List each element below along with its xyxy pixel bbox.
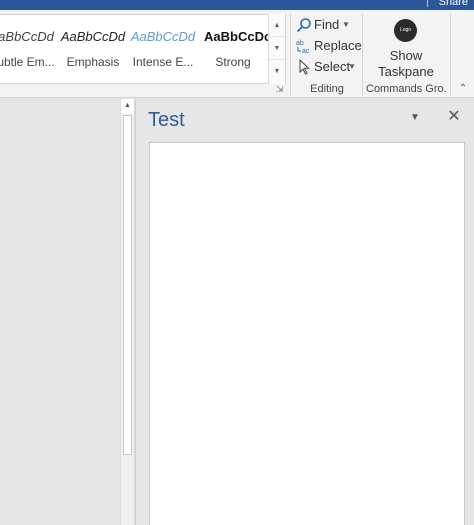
vertical-scrollbar[interactable]: ▲ — [120, 99, 135, 525]
share-button[interactable]: Share — [439, 0, 468, 8]
style-emphasis[interactable]: AaBbCcDd Emphasis — [58, 15, 128, 83]
document-area — [0, 99, 120, 525]
task-pane-content — [149, 142, 465, 525]
style-sample: AaBbCcDc — [204, 29, 268, 44]
chevron-down-icon: ▼ — [342, 20, 350, 29]
cursor-arrow-icon — [299, 59, 310, 75]
style-intense-emphasis[interactable]: AaBbCcDd Intense E... — [128, 15, 198, 83]
show-taskpane-button[interactable]: Show Taskpane — [366, 48, 446, 80]
editing-group-label: Editing — [310, 83, 344, 95]
scrollbar-thumb[interactable] — [123, 115, 132, 455]
task-pane-options-chevron-down-icon[interactable]: ▼ — [408, 111, 422, 125]
group-divider — [362, 14, 363, 96]
show-taskpane-label-line1: Show — [389, 48, 423, 63]
show-taskpane-label-line2: Taskpane — [378, 64, 434, 79]
styles-gallery: aBbCcDd ubtle Em... AaBbCcDd Emphasis Aa… — [0, 14, 286, 84]
style-strong[interactable]: AaBbCcDc Strong — [198, 15, 268, 83]
style-name: Emphasis — [66, 55, 120, 69]
replace-button[interactable]: ab ac Replace — [296, 36, 362, 56]
scroll-up-arrow-icon[interactable]: ▲ — [121, 99, 134, 113]
svg-text:ab: ab — [296, 40, 304, 47]
magnifier-icon — [296, 18, 311, 33]
commands-group-label: Commands Gro... — [366, 83, 446, 95]
chevron-down-icon: ▼ — [348, 62, 356, 71]
logo-icon[interactable]: Logo — [394, 19, 417, 42]
ribbon: aBbCcDd ubtle Em... AaBbCcDd Emphasis Aa… — [0, 10, 474, 98]
style-sample: AaBbCcDd — [130, 29, 196, 44]
title-bar: Share — [0, 0, 474, 10]
select-button[interactable]: Select ▼ — [296, 57, 356, 77]
find-button[interactable]: Find ▼ — [296, 15, 352, 35]
task-pane: Test ▼ ✕ — [135, 99, 474, 525]
collapse-ribbon-chevron-up-icon[interactable]: ⌃ — [456, 82, 470, 96]
select-label: Select — [314, 59, 351, 74]
task-pane-title: Test — [148, 109, 185, 131]
style-name: ubtle Em... — [0, 55, 55, 69]
close-icon[interactable]: ✕ — [446, 109, 462, 125]
style-subtle-emphasis[interactable]: aBbCcDd ubtle Em... — [0, 15, 60, 83]
svg-text:ac: ac — [302, 48, 310, 54]
style-name: Intense E... — [132, 55, 194, 69]
style-name: Strong — [215, 55, 251, 69]
title-bar-separator — [427, 0, 428, 7]
replace-icon: ab ac — [296, 40, 310, 54]
gallery-down-arrow-icon[interactable]: ▼ — [269, 37, 285, 60]
style-sample: aBbCcDd — [0, 29, 54, 44]
gallery-more-icon[interactable]: ▼ — [269, 60, 285, 83]
gallery-up-arrow-icon[interactable]: ▲ — [269, 14, 285, 37]
find-label: Find — [314, 17, 340, 32]
group-divider — [290, 14, 291, 96]
replace-label: Replace — [314, 38, 362, 53]
group-divider — [450, 14, 451, 96]
style-sample: AaBbCcDd — [60, 29, 126, 44]
styles-dialog-launcher-icon[interactable]: ⇲ — [276, 84, 286, 94]
styles-gallery-scroll: ▲ ▼ ▼ — [268, 14, 285, 84]
